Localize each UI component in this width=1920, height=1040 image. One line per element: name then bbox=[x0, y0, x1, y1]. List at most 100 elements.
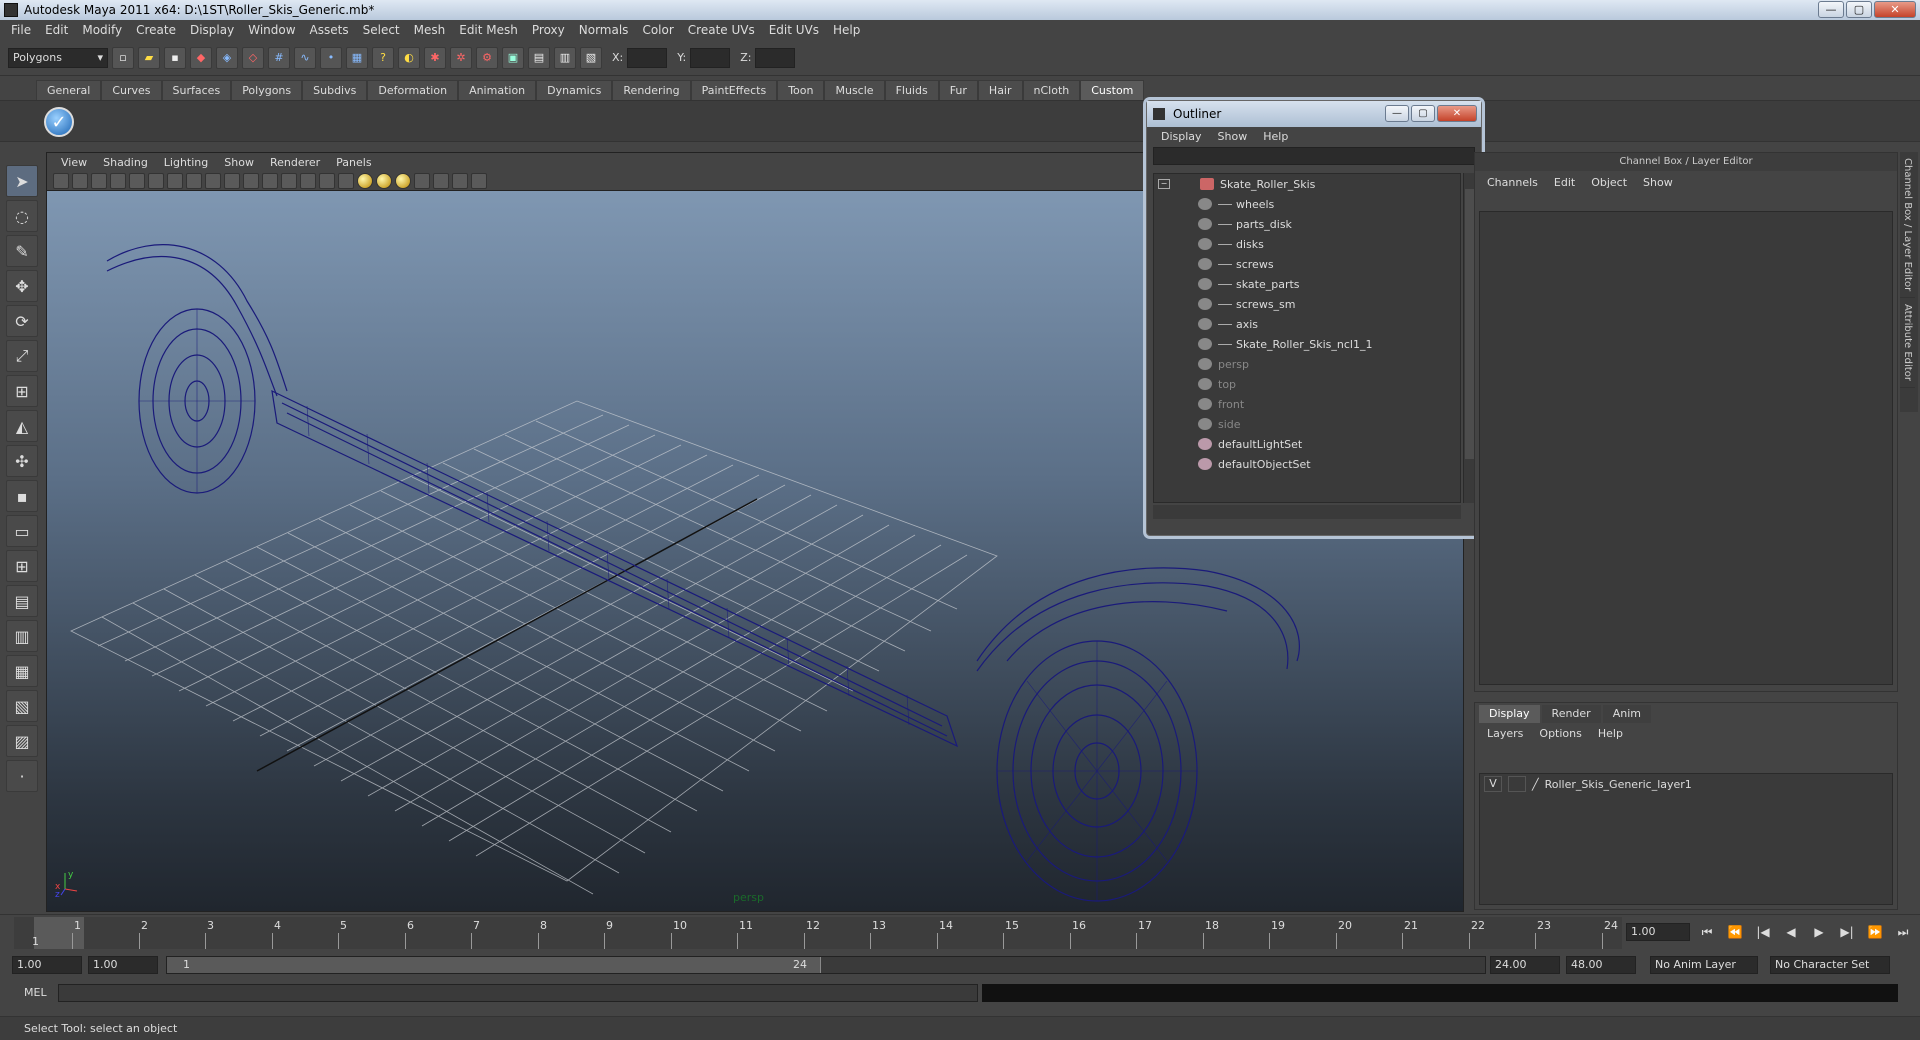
menu-modify[interactable]: Modify bbox=[75, 23, 129, 37]
go-to-start-button[interactable]: ⏮ bbox=[1696, 921, 1718, 943]
range-slider[interactable]: 1 24 bbox=[166, 956, 1486, 974]
step-forward-key-button[interactable]: ⏩ bbox=[1864, 921, 1886, 943]
layer-menu-layers[interactable]: Layers bbox=[1479, 727, 1531, 740]
tree-item-child[interactable]: parts_disk bbox=[1154, 214, 1460, 234]
step-forward-frame-button[interactable]: ▶| bbox=[1836, 921, 1858, 943]
y-field[interactable] bbox=[690, 47, 731, 68]
character-set-dropdown[interactable]: No Character Set bbox=[1770, 956, 1890, 974]
snap-curve-icon[interactable]: ∿ bbox=[294, 46, 316, 69]
soft-modification-icon[interactable]: ◭ bbox=[6, 410, 38, 442]
collapse-toolbox-icon[interactable]: · bbox=[6, 760, 38, 792]
outliner-menu-display[interactable]: Display bbox=[1153, 130, 1210, 143]
safe-title-icon[interactable] bbox=[262, 172, 278, 189]
shelf-tab-deformation[interactable]: Deformation bbox=[367, 80, 459, 100]
menu-display[interactable]: Display bbox=[183, 23, 241, 37]
film-gate-icon[interactable] bbox=[167, 172, 183, 189]
layer-tab-render[interactable]: Render bbox=[1541, 705, 1601, 723]
paint-select-tool-icon[interactable]: ✎ bbox=[6, 235, 38, 267]
outliner-filter-field[interactable] bbox=[1153, 147, 1475, 165]
new-scene-icon[interactable]: ▫ bbox=[112, 46, 134, 69]
outliner-horizontal-scrollbar[interactable] bbox=[1153, 505, 1461, 519]
shelf-tab-ncloth[interactable]: nCloth bbox=[1022, 80, 1081, 100]
vp-menu-view[interactable]: View bbox=[53, 156, 95, 169]
menu-proxy[interactable]: Proxy bbox=[525, 23, 572, 37]
shelf-tab-surfaces[interactable]: Surfaces bbox=[161, 80, 232, 100]
mel-input-field[interactable] bbox=[58, 984, 978, 1002]
image-plane-icon[interactable] bbox=[91, 172, 107, 189]
scrollbar-thumb[interactable] bbox=[1465, 189, 1474, 459]
tree-item-camera[interactable]: front bbox=[1154, 394, 1460, 414]
shelf-tab-rendering[interactable]: Rendering bbox=[612, 80, 691, 100]
all-lights-icon[interactable] bbox=[376, 172, 392, 189]
isolate-select-icon[interactable] bbox=[414, 172, 430, 189]
tree-item-camera[interactable]: persp bbox=[1154, 354, 1460, 374]
shelf-tab-fluids[interactable]: Fluids bbox=[884, 80, 939, 100]
anim-layer-dropdown[interactable]: No Anim Layer bbox=[1650, 956, 1758, 974]
menu-file[interactable]: File bbox=[4, 23, 38, 37]
shelf-tab-fur[interactable]: Fur bbox=[938, 80, 978, 100]
tree-item-camera[interactable]: side bbox=[1154, 414, 1460, 434]
xray-icon[interactable] bbox=[433, 172, 449, 189]
render-settings-icon[interactable]: ⚙ bbox=[476, 46, 498, 69]
field-chart-icon[interactable] bbox=[224, 172, 240, 189]
channel-box-body[interactable] bbox=[1479, 211, 1893, 685]
save-scene-icon[interactable]: ▪ bbox=[164, 46, 186, 69]
vp-menu-lighting[interactable]: Lighting bbox=[156, 156, 216, 169]
side-tab-attribute-editor[interactable]: Attribute Editor bbox=[1900, 298, 1915, 389]
playback-end-field[interactable]: 24.00 bbox=[1490, 956, 1560, 974]
menu-help[interactable]: Help bbox=[826, 23, 867, 37]
hypershade-layout-icon[interactable]: ▦ bbox=[6, 655, 38, 687]
tree-item-child[interactable]: disks bbox=[1154, 234, 1460, 254]
step-back-key-button[interactable]: ⏪ bbox=[1724, 921, 1746, 943]
shelf-tab-toon[interactable]: Toon bbox=[777, 80, 825, 100]
tree-item-child[interactable]: skate_parts bbox=[1154, 274, 1460, 294]
resolution-gate-icon[interactable] bbox=[186, 172, 202, 189]
outliner-maximize-button[interactable]: ▢ bbox=[1411, 105, 1435, 122]
menu-color[interactable]: Color bbox=[635, 23, 680, 37]
graph-layout-icon[interactable]: ▧ bbox=[6, 690, 38, 722]
collapse-toggle-icon[interactable]: − bbox=[1158, 179, 1170, 189]
menu-assets[interactable]: Assets bbox=[303, 23, 356, 37]
animation-end-field[interactable]: 48.00 bbox=[1566, 956, 1636, 974]
menu-select[interactable]: Select bbox=[356, 23, 407, 37]
vp-menu-panels[interactable]: Panels bbox=[328, 156, 379, 169]
smooth-shade-icon[interactable] bbox=[300, 172, 316, 189]
tree-item-root[interactable]: − Skate_Roller_Skis bbox=[1154, 174, 1460, 194]
render-frame-icon[interactable]: ✱ bbox=[424, 46, 446, 69]
checkmark-shelf-icon[interactable]: ✓ bbox=[44, 107, 74, 137]
layer-tab-display[interactable]: Display bbox=[1479, 705, 1540, 723]
cb-menu-channels[interactable]: Channels bbox=[1479, 176, 1546, 189]
tree-item-camera[interactable]: top bbox=[1154, 374, 1460, 394]
time-slider[interactable]: 1 1 2 3 4 5 6 7 8 9 10 11 12 13 14 15 16 17 18 19 20 21 22 23 2… bbox=[0, 914, 1920, 950]
outliner-menu-show[interactable]: Show bbox=[1210, 130, 1256, 143]
shelf-tab-painteffects[interactable]: PaintEffects bbox=[690, 80, 778, 100]
2d-pan-zoom-icon[interactable] bbox=[110, 172, 126, 189]
move-tool-icon[interactable]: ✥ bbox=[6, 270, 38, 302]
show-hide-icon[interactable]: ▣ bbox=[502, 46, 524, 69]
select-tool-icon[interactable]: ➤ bbox=[6, 165, 38, 197]
tree-item-child[interactable]: screws bbox=[1154, 254, 1460, 274]
menu-edit-uvs[interactable]: Edit UVs bbox=[762, 23, 826, 37]
camera-attributes-icon[interactable] bbox=[53, 172, 69, 189]
cb-menu-edit[interactable]: Edit bbox=[1546, 176, 1583, 189]
shelf-tab-polygons[interactable]: Polygons bbox=[231, 80, 303, 100]
layer-color-swatch-icon[interactable]: ╱ bbox=[1532, 778, 1539, 791]
outliner-persp-layout-icon[interactable]: ▤ bbox=[6, 585, 38, 617]
shelf-tab-subdivs[interactable]: Subdivs bbox=[302, 80, 368, 100]
animation-start-field[interactable]: 1.00 bbox=[12, 956, 82, 974]
outliner-minimize-button[interactable]: — bbox=[1385, 105, 1409, 122]
menu-normals[interactable]: Normals bbox=[572, 23, 636, 37]
select-object-icon[interactable]: ◈ bbox=[216, 46, 238, 69]
shelf-tab-curves[interactable]: Curves bbox=[101, 80, 162, 100]
layer-row[interactable]: V ╱ Roller_Skis_Generic_layer1 bbox=[1480, 774, 1892, 794]
snap-plane-icon[interactable]: ▦ bbox=[346, 46, 368, 69]
scale-tool-icon[interactable]: ⤢ bbox=[6, 340, 38, 372]
universal-manipulator-icon[interactable]: ⊞ bbox=[6, 375, 38, 407]
vp-menu-renderer[interactable]: Renderer bbox=[262, 156, 328, 169]
cb-menu-show[interactable]: Show bbox=[1635, 176, 1681, 189]
shelf-tab-muscle[interactable]: Muscle bbox=[824, 80, 885, 100]
minimize-button[interactable]: — bbox=[1818, 1, 1844, 18]
tree-item-child[interactable]: axis bbox=[1154, 314, 1460, 334]
gate-mask-icon[interactable] bbox=[205, 172, 221, 189]
vp-menu-shading[interactable]: Shading bbox=[95, 156, 156, 169]
